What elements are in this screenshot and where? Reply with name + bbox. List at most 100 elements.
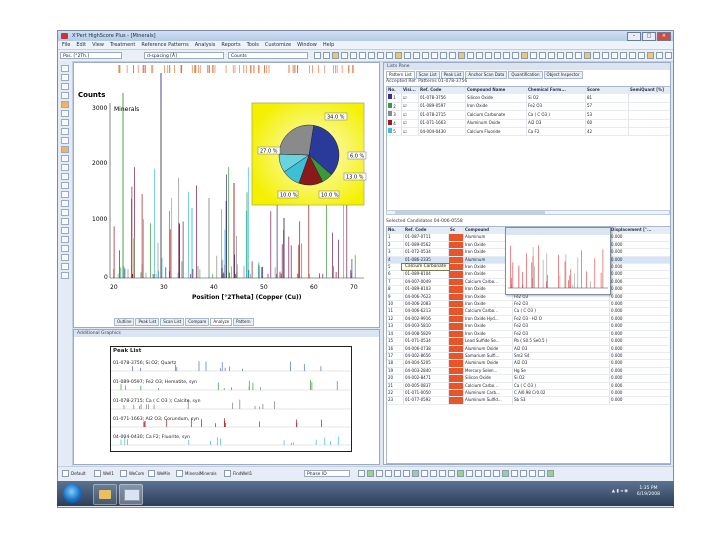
toolbar-tool-32-icon[interactable] (593, 52, 600, 59)
col-ref-code[interactable]: Ref. Code (418, 87, 466, 95)
left-tool-13-icon[interactable] (61, 173, 69, 180)
toolbar-tool-37-icon[interactable] (638, 52, 645, 59)
toolbar-tool-30-icon[interactable] (575, 52, 582, 59)
tab-scan-list-pane[interactable]: Scan List (415, 71, 440, 79)
maximize-button[interactable]: □ (642, 32, 656, 41)
left-tool-23-icon[interactable] (61, 263, 69, 270)
col-chemical-formula[interactable]: Chemical Form... (526, 87, 586, 95)
statusbar-tool-3-icon[interactable] (376, 470, 383, 477)
cand-col-displacement[interactable]: Displacement [°... (609, 227, 670, 235)
toolbar-tool-3-icon[interactable] (332, 52, 339, 59)
statusbar-tool-8-icon[interactable] (421, 470, 428, 477)
toolbar-tool-20-icon[interactable] (485, 52, 492, 59)
col-score[interactable]: Score (585, 87, 629, 95)
toolbar-tool-9-icon[interactable] (386, 52, 393, 59)
candidate-row[interactable]: 10 04-006-2083 Iron Oxide Fe2 O3 0.000 (387, 300, 670, 309)
statusbar-tool-13-icon[interactable] (466, 470, 473, 477)
system-tray[interactable]: ▲ ▮ ◂ ◉ (612, 489, 628, 494)
left-tool-9-icon[interactable] (61, 137, 69, 144)
left-tool-12-icon[interactable] (61, 164, 69, 171)
tab-object-inspector[interactable]: Object Inspector (543, 71, 583, 79)
statusbar-tool-12-icon[interactable] (457, 470, 464, 477)
menu-treatment[interactable]: Treatment (110, 42, 135, 48)
left-tool-5-icon[interactable] (61, 101, 69, 108)
statusbar-tool-2-icon[interactable] (367, 470, 374, 477)
toolbar-tool-40-icon[interactable] (665, 52, 672, 59)
candidate-row[interactable]: 19 04-003-2840 Mercury Selen... Hg Se 0.… (387, 367, 670, 376)
toolbar-tool-7-icon[interactable] (368, 52, 375, 59)
col-no[interactable]: No. (387, 87, 402, 95)
toolbar-tool-6-icon[interactable] (359, 52, 366, 59)
menu-analysis[interactable]: Analysis (195, 42, 216, 48)
candidate-row[interactable]: 18 04-004-5205 Aluminum Oxide Al2 O3 0.0… (387, 359, 670, 368)
toolbar-tool-25-icon[interactable] (530, 52, 537, 59)
toolbar-tool-28-icon[interactable] (557, 52, 564, 59)
toolbar-tool-27-icon[interactable] (548, 52, 555, 59)
statusbar-tool-21-icon[interactable] (538, 470, 545, 477)
close-button[interactable]: × (657, 32, 671, 41)
toolbar-tool-4-icon[interactable] (341, 52, 348, 59)
tab-pattern-list[interactable]: Pattern List (386, 71, 415, 79)
toolbar-tool-11-icon[interactable] (404, 52, 411, 59)
taskbar-clock[interactable]: 1:35 PM 6/19/2008 (637, 486, 660, 498)
left-tool-19-icon[interactable] (61, 227, 69, 234)
menu-file[interactable]: File (62, 42, 70, 48)
toolbar-tool-1-icon[interactable] (314, 52, 321, 59)
cand-col-score[interactable]: Sc (448, 227, 464, 235)
col-semiquant[interactable]: SemiQuant [%] (628, 87, 670, 95)
col-compound-name[interactable]: Compound Name (465, 87, 527, 95)
statusbar-tool-17-icon[interactable] (502, 470, 509, 477)
taskbar-highscore[interactable] (119, 484, 143, 505)
left-tool-8-icon[interactable] (61, 128, 69, 135)
statusbar-tool-7-icon[interactable] (412, 470, 419, 477)
candidate-row[interactable]: 13 04-003-5810 Iron Oxide Fe2 O3 0.000 (387, 322, 670, 331)
toolbar-tool-13-icon[interactable] (422, 52, 429, 59)
candidate-row[interactable]: 17 04-002-8656 Samarium Sulfi... Sm2 S4 … (387, 352, 670, 361)
accepted-row[interactable]: 5 ☑ 04-004-0430 Calcium Fluoride Ca F2 4… (387, 127, 670, 137)
menu-customize[interactable]: Customize (265, 42, 291, 48)
status-item-mineral-minerals[interactable]: MineralMinerals (176, 470, 217, 477)
candidate-row[interactable]: 20 04-002-8471 Silicon Oxide Si O2 0.000 (387, 374, 670, 383)
toolbar-tool-5-icon[interactable] (350, 52, 357, 59)
left-tool-21-icon[interactable] (61, 245, 69, 252)
left-tool-16-icon[interactable] (61, 200, 69, 207)
toolbar-tool-34-icon[interactable] (611, 52, 618, 59)
left-tool-22-icon[interactable] (61, 254, 69, 261)
tab-pattern[interactable]: Pattern (233, 318, 254, 326)
statusbar-tool-4-icon[interactable] (385, 470, 392, 477)
statusbar-tool-1-icon[interactable] (358, 470, 365, 477)
status-item-wecom[interactable]: WeCom (120, 470, 144, 477)
tab-peak-list[interactable]: Peak List (135, 318, 160, 326)
status-item-well1[interactable]: Well1 (94, 470, 114, 477)
statusbar-tool-10-icon[interactable] (439, 470, 446, 477)
left-tool-4-icon[interactable] (61, 92, 69, 99)
candidate-row[interactable]: 14 04-008-5829 Iron Oxide Fe2 O3 0.000 (387, 330, 670, 339)
accepted-row[interactable]: 4 ☑ 01-071-1663 Aluminum Oxide Al2 O3 60 (387, 119, 670, 129)
left-tool-14-icon[interactable] (61, 182, 69, 189)
menu-window[interactable]: Window (297, 42, 317, 48)
toolbar-tool-29-icon[interactable] (566, 52, 573, 59)
tab-analyze[interactable]: Analyze (210, 318, 233, 326)
left-tool-11-icon[interactable] (61, 155, 69, 162)
accepted-row-visible-checkbox[interactable]: ☑ (401, 93, 419, 103)
toolbar-tool-16-icon[interactable] (449, 52, 456, 59)
status-item-wemin[interactable]: WeMin (148, 470, 170, 477)
accepted-horizontal-scrollbar[interactable] (386, 210, 670, 215)
col-visible[interactable]: Visi... (401, 87, 419, 95)
position-unit-select[interactable]: Pos. [°2Th.] (60, 52, 122, 59)
accepted-row-visible-checkbox[interactable]: ☑ (401, 110, 419, 120)
tab-anchor-scan-data[interactable]: Anchor Scan Data (465, 71, 508, 79)
status-item-default[interactable]: Default (62, 470, 86, 477)
cand-col-no[interactable]: No. (387, 227, 404, 235)
statusbar-tool-15-icon[interactable] (484, 470, 491, 477)
accepted-row[interactable]: 3 ☑ 01-078-2715 Calcium Carbonate Ca ( C… (387, 110, 670, 120)
candidate-row[interactable]: 16 04-006-0738 Aluminum Oxide Al2 O3 0.0… (387, 345, 670, 353)
toolbar-tool-2-icon[interactable] (323, 52, 330, 59)
dspacing-select[interactable]: d-spacing [Å] (144, 52, 224, 59)
candidate-row[interactable]: 15 01-071-0534 Lead Sulfide Se... Pb ( S… (387, 337, 670, 346)
accepted-row-visible-checkbox[interactable]: ☑ (401, 119, 419, 129)
candidate-row[interactable]: 21 00-005-0837 Calcium Carbo... Ca ( C O… (387, 382, 670, 390)
menu-reference-patterns[interactable]: Reference Patterns (141, 42, 188, 48)
toolbar-tool-8-icon[interactable] (377, 52, 384, 59)
statusbar-tool-18-icon[interactable] (511, 470, 518, 477)
